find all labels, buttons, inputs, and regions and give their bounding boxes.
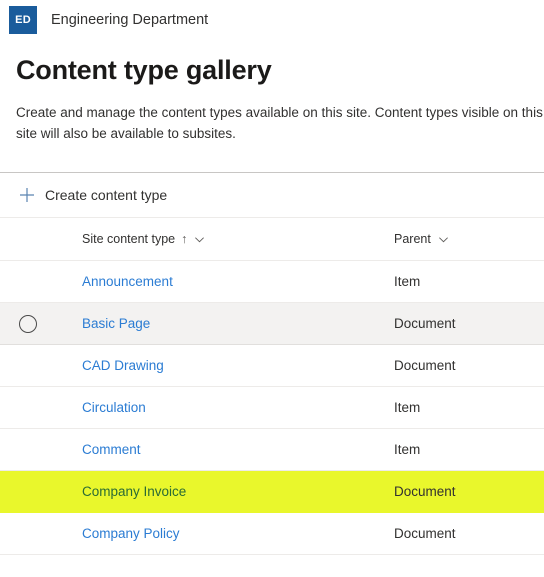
content-type-link[interactable]: CAD Drawing (82, 358, 164, 373)
column-header-parent-button[interactable]: Parent (394, 232, 449, 246)
table-row[interactable]: CAD Drawing Document (0, 345, 544, 388)
row-parent-cell: Document (374, 357, 544, 375)
row-name-cell: Announcement (56, 273, 374, 291)
table-row[interactable]: Basic Page Document (0, 303, 544, 346)
parent-value: Item (394, 273, 421, 289)
table-row[interactable]: Circulation Item (0, 387, 544, 430)
column-header-site-content-type-button[interactable]: Site content type ↑ (82, 232, 205, 246)
plus-icon (18, 186, 36, 204)
create-content-type-button[interactable]: Create content type (12, 175, 173, 215)
row-parent-cell: Item (374, 399, 544, 417)
content-type-link[interactable]: Company Policy (82, 526, 180, 541)
content-type-link[interactable]: Company Invoice (82, 484, 186, 499)
column-header-site-content-type: Site content type ↑ (56, 230, 374, 248)
row-parent-cell: Document (374, 483, 544, 501)
content-type-list: Site content type ↑ Parent Announcement … (0, 217, 544, 556)
table-row[interactable]: Company Policy Document (0, 513, 544, 556)
parent-value: Document (394, 357, 456, 373)
parent-value: Document (394, 525, 456, 541)
sort-ascending-icon: ↑ (181, 231, 188, 246)
page-title: Content type gallery (16, 55, 272, 85)
list-column-headers: Site content type ↑ Parent (0, 218, 544, 262)
parent-value: Document (394, 315, 456, 331)
parent-value: Item (394, 399, 421, 415)
row-parent-cell: Document (374, 525, 544, 543)
row-name-cell: Basic Page (56, 315, 374, 333)
parent-value: Item (394, 441, 421, 457)
table-row[interactable]: Comment Item (0, 429, 544, 472)
site-name[interactable]: Engineering Department (51, 12, 208, 28)
content-type-link[interactable]: Comment (82, 442, 141, 457)
content-type-link[interactable]: Basic Page (82, 316, 150, 331)
row-parent-cell: Document (374, 315, 544, 333)
site-header: ED Engineering Department (0, 0, 544, 39)
row-name-cell: Circulation (56, 399, 374, 417)
row-name-cell: Company Policy (56, 525, 374, 543)
row-name-cell: CAD Drawing (56, 357, 374, 375)
create-content-type-label: Create content type (45, 187, 168, 204)
row-parent-cell: Item (374, 273, 544, 291)
command-bar: Create content type (0, 173, 544, 217)
page-heading-area: Content type gallery Create and manage t… (0, 55, 544, 144)
row-select-circle-icon[interactable] (19, 314, 37, 333)
content-type-link[interactable]: Circulation (82, 400, 146, 415)
row-name-cell: Comment (56, 441, 374, 459)
column-header-parent: Parent (374, 230, 544, 248)
content-type-link[interactable]: Announcement (82, 274, 173, 289)
row-name-cell: Company Invoice (56, 483, 374, 501)
row-parent-cell: Item (374, 441, 544, 459)
chevron-down-icon[interactable] (194, 234, 205, 245)
chevron-down-icon[interactable] (438, 234, 449, 245)
parent-value: Document (394, 483, 456, 499)
page-description: Create and manage the content types avai… (16, 105, 543, 142)
site-logo-badge[interactable]: ED (9, 5, 37, 34)
table-row[interactable]: Announcement Item (0, 261, 544, 304)
table-row-highlighted[interactable]: Company Invoice Document (0, 471, 544, 514)
column-header-site-content-type-label: Site content type (82, 232, 176, 247)
column-header-parent-label: Parent (394, 232, 431, 247)
row-select-cell (0, 314, 56, 333)
